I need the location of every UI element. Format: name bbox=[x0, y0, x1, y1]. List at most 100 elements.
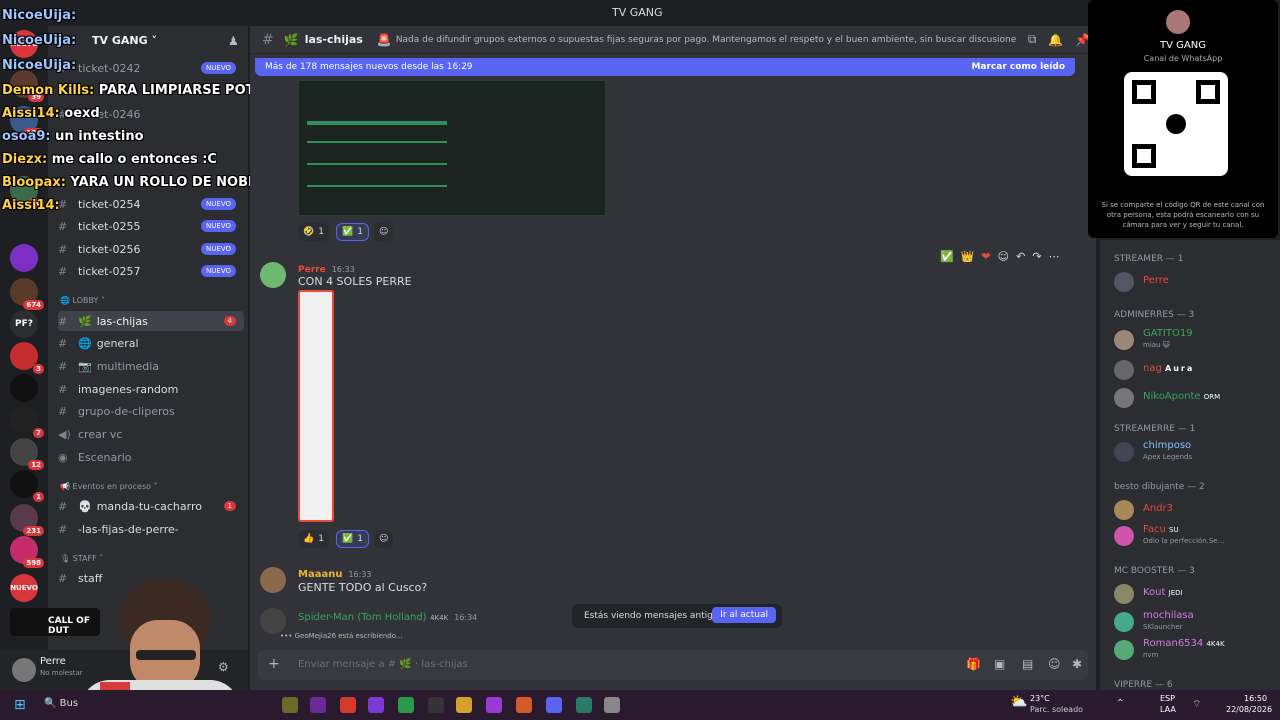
wifi-icon[interactable]: ⌔ bbox=[1192, 698, 1201, 711]
channel-item[interactable]: # ticket-0256 NUEVO bbox=[58, 239, 244, 259]
avatar[interactable] bbox=[260, 608, 286, 634]
avatar[interactable] bbox=[260, 567, 286, 593]
server-icon[interactable]: PF? bbox=[10, 310, 38, 338]
reply-icon[interactable]: ↶ bbox=[1016, 250, 1025, 263]
server-icon[interactable]: 3 bbox=[10, 342, 44, 374]
windows-start-icon[interactable]: ⊞ bbox=[14, 697, 26, 713]
app-icon[interactable] bbox=[486, 697, 502, 713]
mark-read-button[interactable]: Marcar como leído bbox=[971, 62, 1065, 72]
server-icon[interactable]: 231 bbox=[10, 504, 44, 536]
gift-icon[interactable]: 🎁 bbox=[966, 657, 981, 671]
member-item[interactable]: Andr3 bbox=[1114, 498, 1274, 524]
app-icon[interactable] bbox=[428, 697, 444, 713]
channel-item[interactable]: # ticket-0254 NUEVO bbox=[58, 194, 244, 214]
reaction-button[interactable]: 🤣 1 bbox=[298, 223, 329, 241]
server-icon[interactable] bbox=[10, 374, 38, 402]
channel-item[interactable]: ◀) crear vc bbox=[58, 424, 244, 444]
member-item[interactable]: mochilasa SKlauncher bbox=[1114, 610, 1274, 636]
app-icon[interactable] bbox=[456, 697, 472, 713]
emoji-icon[interactable]: ☺ bbox=[1048, 657, 1061, 671]
reaction-button[interactable]: ✅ 1 bbox=[336, 223, 369, 241]
avatar[interactable] bbox=[12, 658, 36, 682]
member-item[interactable]: Perre bbox=[1114, 270, 1274, 296]
add-reaction-button[interactable]: ☺ bbox=[374, 223, 394, 241]
channel-item-las-chijas[interactable]: # 🌿 las-chijas 4 bbox=[58, 311, 244, 331]
category-lobby[interactable]: 🌐 LOBBY ˅ bbox=[60, 296, 105, 305]
channel-item[interactable]: # 💀 manda-tu-cacharro 1 bbox=[58, 496, 244, 516]
clock-time[interactable]: 16:50 bbox=[1244, 694, 1267, 703]
bell-icon[interactable]: 🔔 bbox=[1048, 33, 1063, 47]
message-text: GENTE TODO al Cusco? bbox=[298, 581, 428, 594]
channel-item[interactable]: # ticket-0242 NUEVO bbox=[58, 58, 244, 78]
weather-icon[interactable]: ⛅ bbox=[1010, 694, 1027, 710]
channel-item[interactable]: # imagenes-random bbox=[58, 379, 244, 399]
forward-icon[interactable]: ↷ bbox=[1032, 250, 1041, 263]
server-name[interactable]: TV GANG ˅ bbox=[92, 34, 157, 47]
channel-item[interactable]: # -las-fijas-de-perre- bbox=[58, 519, 244, 539]
discord-icon[interactable] bbox=[546, 697, 562, 713]
message-author[interactable]: Spider-Man (Tom Holland) 4K4K 16:34 bbox=[298, 610, 477, 623]
reaction-button[interactable]: ✅ 1 bbox=[336, 530, 369, 548]
unread-badge: 4 bbox=[223, 316, 236, 326]
channel-item[interactable]: # 📷 multimedia bbox=[58, 356, 244, 376]
member-item[interactable]: NikoAponte ORM bbox=[1114, 386, 1274, 412]
threads-icon[interactable]: ⧉ bbox=[1028, 32, 1037, 47]
app-icon[interactable] bbox=[282, 697, 298, 713]
server-icon[interactable] bbox=[10, 244, 38, 272]
message-composer[interactable]: + Enviar mensaje a # 🌿 · las-chijas 🎁 ▣ … bbox=[258, 650, 1088, 680]
reaction-button[interactable]: 👍 1 bbox=[298, 530, 329, 548]
channel-item[interactable]: # ticket-0257 NUEVO bbox=[58, 261, 244, 281]
sticker-icon[interactable]: ▤ bbox=[1022, 657, 1033, 671]
category-staff[interactable]: 🎙 STAFF ˅ bbox=[60, 554, 103, 563]
member-item[interactable]: Kout JEDI bbox=[1114, 582, 1274, 608]
hash-icon: # bbox=[58, 359, 68, 373]
channel-label: manda-tu-cacharro bbox=[96, 499, 202, 513]
server-icon[interactable]: 12 bbox=[10, 438, 44, 470]
server-icon[interactable]: 1 bbox=[10, 470, 44, 502]
add-reaction-button[interactable]: ☺ bbox=[374, 530, 394, 548]
member-item[interactable]: Facu SU Odio la perfección.Se... bbox=[1114, 524, 1274, 550]
server-icon[interactable]: NUEVO bbox=[10, 574, 38, 602]
check-reaction-icon[interactable]: ✅ bbox=[940, 250, 954, 263]
app-icon[interactable] bbox=[604, 697, 620, 713]
app-icon[interactable] bbox=[310, 697, 326, 713]
plus-icon[interactable]: + bbox=[268, 656, 280, 672]
member-item[interactable]: chimposo Apex Legends bbox=[1114, 440, 1274, 466]
message-author[interactable]: Maaanu 16:33 bbox=[298, 567, 372, 580]
crown-reaction-icon[interactable]: 👑 bbox=[961, 250, 975, 263]
app-icon[interactable] bbox=[398, 697, 414, 713]
channel-item[interactable]: # grupo-de-cliperos bbox=[58, 401, 244, 421]
message-image-attachment[interactable] bbox=[298, 290, 334, 522]
message-time: 16:33 bbox=[348, 570, 372, 579]
message-author[interactable]: Perre 16:33 bbox=[298, 262, 355, 275]
language-indicator[interactable]: ESP bbox=[1160, 694, 1175, 703]
brave-icon[interactable] bbox=[340, 697, 356, 713]
channel-item[interactable]: # 🌐 general bbox=[58, 333, 244, 353]
app-icon[interactable] bbox=[516, 697, 532, 713]
apps-icon[interactable]: ✱ bbox=[1072, 657, 1082, 671]
new-messages-bar[interactable]: Más de 178 mensajes nuevos desde las 16:… bbox=[255, 58, 1075, 76]
category-events[interactable]: 📢 Eventos en proceso ˅ bbox=[60, 482, 158, 491]
add-reaction-icon[interactable]: ☺ bbox=[998, 250, 1009, 263]
member-item[interactable]: Roman6534 4K4K nvm bbox=[1114, 638, 1274, 664]
message-image-attachment[interactable] bbox=[298, 80, 606, 216]
channel-item[interactable]: # ticket-0255 NUEVO bbox=[58, 216, 244, 236]
channel-topic[interactable]: Nada de difundir grupos externos o supue… bbox=[396, 35, 1016, 45]
channel-item[interactable]: ◉ Escenario bbox=[58, 447, 244, 467]
member-item[interactable]: nag Aura bbox=[1114, 358, 1274, 384]
tray-chevron-icon[interactable]: ⌃ bbox=[1116, 698, 1124, 709]
taskbar-search[interactable]: 🔍 Bus bbox=[44, 698, 78, 709]
more-icon[interactable]: ⋯ bbox=[1049, 250, 1060, 263]
gif-icon[interactable]: ▣ bbox=[994, 657, 1005, 671]
add-member-icon[interactable]: ♟ bbox=[228, 34, 239, 48]
server-icon[interactable]: 7 bbox=[10, 406, 44, 438]
composer-placeholder[interactable]: Enviar mensaje a # 🌿 · las-chijas bbox=[298, 659, 468, 670]
jump-to-present-button[interactable]: Ir al actual bbox=[712, 607, 776, 623]
app-icon[interactable] bbox=[368, 697, 384, 713]
avatar[interactable] bbox=[260, 262, 286, 288]
server-icon[interactable]: 674 bbox=[10, 278, 44, 310]
server-icon[interactable]: 598 bbox=[10, 536, 44, 568]
app-icon[interactable] bbox=[576, 697, 592, 713]
member-item[interactable]: GATITO19 miau 😺 bbox=[1114, 328, 1274, 354]
heart-reaction-icon[interactable]: ❤ bbox=[981, 250, 990, 263]
